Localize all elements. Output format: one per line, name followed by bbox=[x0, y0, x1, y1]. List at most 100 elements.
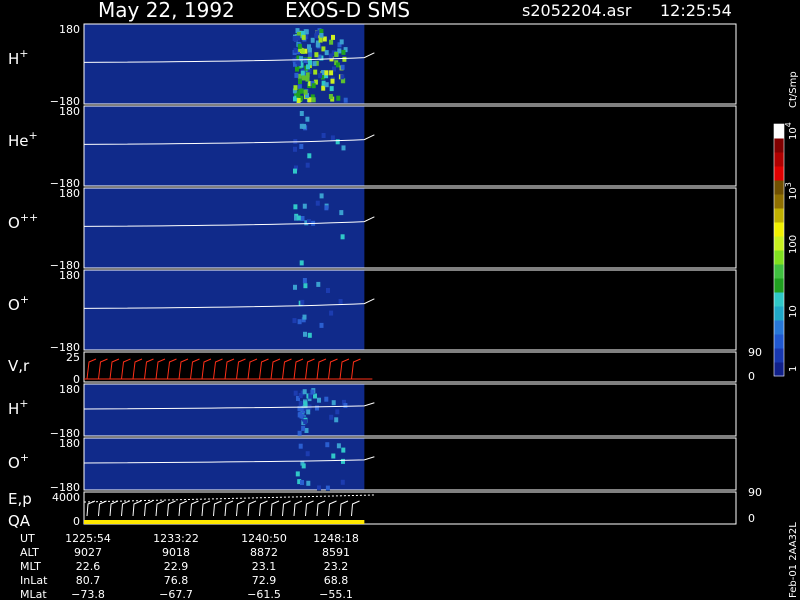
intensity-cell bbox=[293, 390, 298, 396]
y-tick-max: 180 bbox=[59, 187, 80, 200]
intensity-cell bbox=[293, 168, 297, 174]
ephem-value: 23.2 bbox=[324, 560, 349, 573]
y-tick-max: 4000 bbox=[52, 491, 80, 504]
intensity-cell bbox=[331, 400, 336, 406]
intensity-cell bbox=[340, 74, 345, 80]
panel-label-text: H bbox=[8, 400, 19, 418]
panel-label-superscript: + bbox=[20, 293, 29, 306]
colorbar-swatch bbox=[774, 306, 784, 321]
intensity-cell bbox=[301, 34, 306, 40]
intensity-cell bbox=[324, 70, 329, 76]
y-tick-max: 180 bbox=[59, 269, 80, 282]
colorbar-tick-exponent: 4 bbox=[784, 122, 793, 127]
intensity-cell bbox=[299, 260, 304, 266]
intensity-cell bbox=[299, 144, 304, 149]
ephem-value: 68.8 bbox=[324, 574, 349, 587]
panel-v-r: V,r 250900 bbox=[8, 346, 762, 386]
colorbar-swatch bbox=[774, 278, 784, 293]
intensity-cell bbox=[293, 284, 297, 290]
colorbar-tick-label: 100 bbox=[788, 235, 799, 254]
right-tick-bottom: 0 bbox=[748, 512, 755, 525]
intensity-cell bbox=[315, 42, 320, 48]
colorbar-unit-label: Ct/Smp bbox=[788, 71, 799, 108]
intensity-cell bbox=[329, 414, 334, 420]
colorbar-tick-label: 10 bbox=[788, 305, 799, 318]
intensity-cell bbox=[292, 36, 297, 41]
intensity-cell bbox=[307, 97, 312, 103]
intensity-cell bbox=[299, 56, 304, 62]
ephem-value: 1233:22 bbox=[153, 532, 199, 545]
intensity-cell bbox=[341, 458, 345, 464]
intensity-cell bbox=[325, 442, 330, 448]
header-time: 12:25:54 bbox=[660, 1, 732, 20]
intensity-cell bbox=[297, 43, 302, 49]
intensity-cell bbox=[341, 447, 346, 453]
intensity-cell bbox=[293, 85, 298, 91]
intensity-cell bbox=[296, 92, 301, 98]
intensity-cell bbox=[302, 278, 307, 283]
colorbar-swatch bbox=[774, 166, 784, 181]
ephem-value: −73.8 bbox=[71, 588, 105, 600]
ephem-value: 8872 bbox=[250, 546, 278, 559]
footer-stamp: Feb-01 2AA32L bbox=[788, 522, 799, 598]
intensity-cell bbox=[314, 33, 319, 39]
intensity-cell bbox=[296, 98, 301, 103]
intensity-cell bbox=[317, 485, 321, 491]
intensity-cell bbox=[329, 86, 334, 92]
colorbar-swatch bbox=[774, 334, 784, 349]
intensity-cell bbox=[299, 111, 304, 116]
intensity-cell bbox=[293, 47, 298, 53]
ephem-label-mlat: MLat bbox=[20, 588, 47, 600]
ephem-value: 80.7 bbox=[76, 574, 101, 587]
intensity-cell bbox=[293, 146, 297, 152]
intensity-cell bbox=[311, 97, 316, 103]
qa-bar bbox=[84, 520, 365, 524]
panel-fill bbox=[84, 270, 365, 350]
intensity-cell bbox=[324, 82, 329, 88]
ephem-label-mlt: MLT bbox=[20, 560, 41, 573]
intensity-cell bbox=[302, 314, 307, 320]
intensity-cell bbox=[303, 419, 308, 425]
ephem-value: 23.1 bbox=[252, 560, 277, 573]
intensity-cell bbox=[303, 57, 308, 63]
intensity-cell bbox=[339, 210, 344, 216]
ephem-value: 72.9 bbox=[252, 574, 277, 587]
y-tick-max: 180 bbox=[59, 105, 80, 118]
y-tick-max: 180 bbox=[59, 383, 80, 396]
intensity-cell bbox=[310, 37, 315, 43]
panel-fill bbox=[84, 106, 365, 186]
mission-title: EXOS-D SMS bbox=[285, 0, 410, 22]
intensity-cell bbox=[325, 485, 330, 491]
intensity-cell bbox=[340, 64, 345, 70]
intensity-cell bbox=[300, 70, 305, 76]
intensity-cell bbox=[296, 35, 301, 41]
ephem-value: 22.9 bbox=[164, 560, 189, 573]
spectrogram-figure: May 22, 1992 EXOS-D SMS s2052204.asr 12:… bbox=[0, 0, 800, 600]
intensity-cell bbox=[329, 310, 334, 316]
intensity-cell bbox=[306, 480, 311, 486]
colorbar-swatch bbox=[774, 222, 784, 237]
ephem-value: 9027 bbox=[74, 546, 102, 559]
intensity-cell bbox=[299, 123, 304, 129]
intensity-cell bbox=[324, 396, 329, 402]
panel-frame bbox=[83, 351, 737, 383]
intensity-cell bbox=[331, 453, 336, 459]
intensity-cell bbox=[335, 409, 340, 415]
panel-label-superscript: + bbox=[29, 129, 38, 142]
panel-label-qa: QA bbox=[8, 512, 31, 530]
intensity-cell bbox=[336, 95, 341, 101]
intensity-cell bbox=[330, 78, 335, 84]
intensity-cell bbox=[298, 411, 303, 417]
date-title: May 22, 1992 bbox=[98, 0, 235, 22]
intensity-cell bbox=[324, 205, 329, 211]
panel-label-text: He bbox=[8, 132, 29, 150]
intensity-cell bbox=[301, 75, 306, 81]
intensity-cell bbox=[298, 401, 303, 406]
intensity-cell bbox=[303, 89, 308, 95]
colorbar-tick-label: 1 bbox=[788, 366, 799, 372]
ephem-value: −61.5 bbox=[247, 588, 281, 600]
panel-label-superscript: + bbox=[19, 397, 28, 410]
intensity-cell bbox=[321, 85, 326, 91]
colorbar-swatch bbox=[774, 264, 784, 279]
panel-label-text: E,p bbox=[8, 490, 32, 508]
